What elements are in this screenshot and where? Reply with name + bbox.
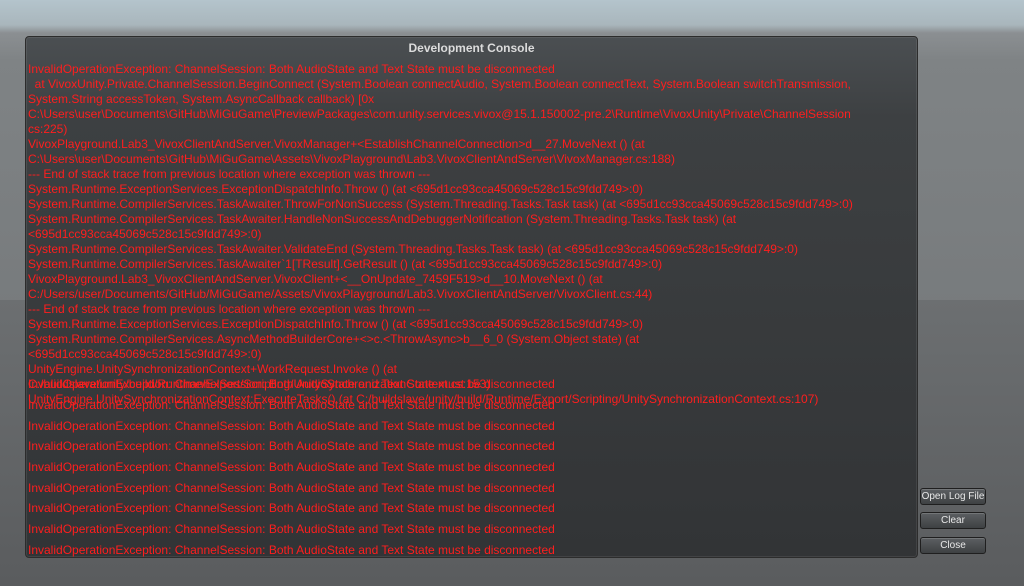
log-entry: InvalidOperationException: ChannelSessio… (28, 481, 555, 495)
log-line: VivoxPlayground.Lab3_VivoxClientAndServe… (28, 137, 645, 151)
log-line: System.Runtime.ExceptionServices.Excepti… (28, 317, 644, 331)
log-line: --- End of stack trace from previous loc… (28, 167, 431, 181)
console-title: Development Console (408, 41, 535, 55)
log-line: System.Runtime.CompilerServices.TaskAwai… (28, 257, 663, 271)
log-line: UnityEngine.UnitySynchronizationContext+… (28, 362, 397, 376)
log-line: System.Runtime.CompilerServices.AsyncMet… (28, 332, 640, 346)
log-line: cs:225) (28, 122, 68, 136)
close-button[interactable]: Close (920, 537, 986, 554)
log-line: <695d1cc93cca45069c528c15c9fdd749>:0) (28, 227, 262, 241)
log-entry: InvalidOperationException: ChannelSessio… (28, 460, 555, 474)
log-line: System.Runtime.ExceptionServices.Excepti… (28, 182, 644, 196)
log-line: VivoxPlayground.Lab3_VivoxClientAndServe… (28, 272, 603, 286)
log-entry: InvalidOperationException: ChannelSessio… (28, 377, 555, 391)
log-line: System.Runtime.CompilerServices.TaskAwai… (28, 212, 737, 226)
log-line: C:\Users\user\Documents\GitHub\MiGuGame\… (28, 107, 851, 121)
log-line: C:/Users/user/Documents/GitHub/MiGuGame/… (28, 287, 653, 301)
log-entry: InvalidOperationException: ChannelSessio… (28, 543, 555, 557)
log-line: --- End of stack trace from previous loc… (28, 302, 431, 316)
log-line: System.Runtime.CompilerServices.TaskAwai… (28, 242, 798, 256)
log-line: <695d1cc93cca45069c528c15c9fdd749>:0) (28, 347, 262, 361)
log-entry: InvalidOperationException: ChannelSessio… (28, 398, 555, 412)
log-line: System.Runtime.CompilerServices.TaskAwai… (28, 197, 853, 211)
log-line: System.String accessToken, System.AsyncC… (28, 92, 375, 106)
log-entry: InvalidOperationException: ChannelSessio… (28, 439, 555, 453)
log-line: at VivoxUnity.Private.ChannelSession.Beg… (28, 77, 851, 91)
open-log-file-button[interactable]: Open Log File (920, 488, 986, 505)
log-entry: InvalidOperationException: ChannelSessio… (28, 501, 555, 515)
development-console-panel: Development Console InvalidOperationExce… (25, 36, 918, 558)
clear-button[interactable]: Clear (920, 512, 986, 529)
log-line: InvalidOperationException: ChannelSessio… (28, 62, 555, 76)
log-entry: InvalidOperationException: ChannelSessio… (28, 419, 555, 433)
log-entry: InvalidOperationException: ChannelSessio… (28, 522, 555, 536)
console-log[interactable]: InvalidOperationException: ChannelSessio… (28, 62, 916, 407)
log-line: C:\Users\user\Documents\GitHub\MiGuGame\… (28, 152, 675, 166)
